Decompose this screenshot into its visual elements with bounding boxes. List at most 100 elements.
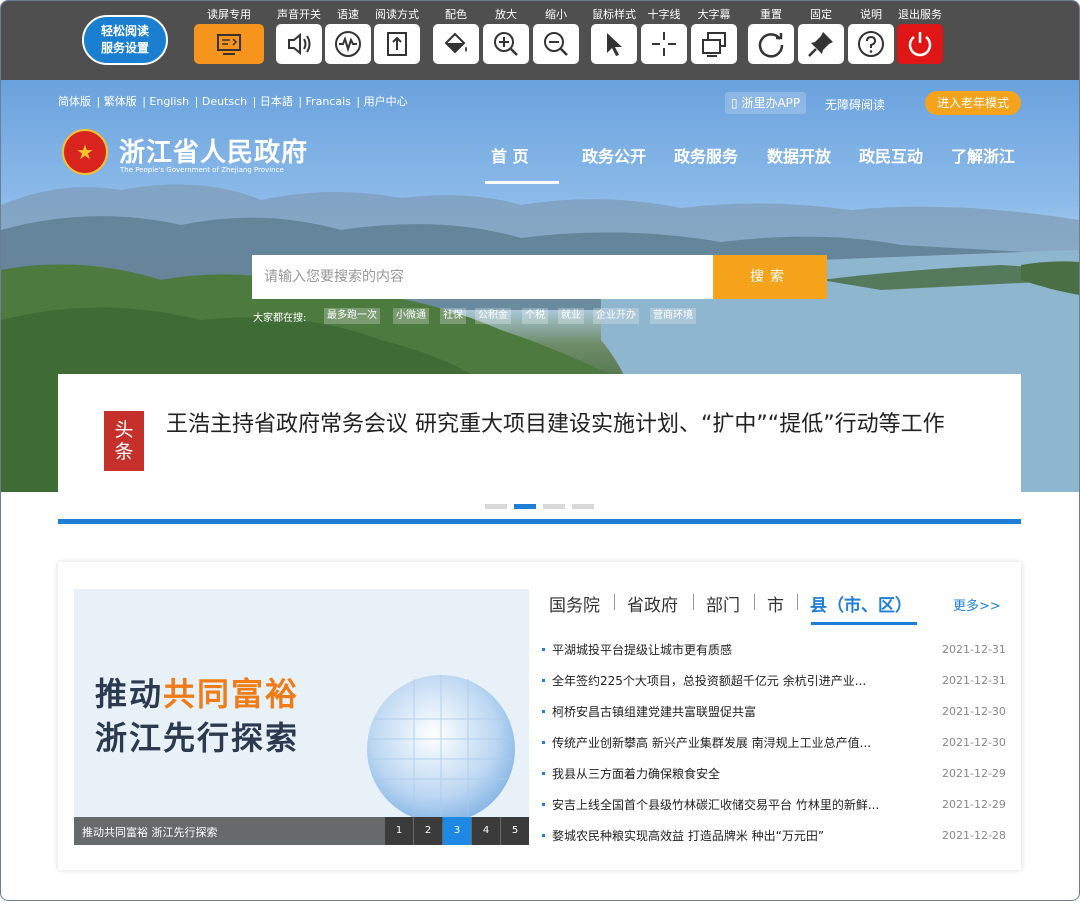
carousel-dot[interactable] (485, 504, 507, 509)
tool-zoom-out[interactable]: 缩小 (533, 6, 579, 64)
elder-mode-button[interactable]: 进入老年模式 (925, 91, 1021, 115)
easy-read-settings-button[interactable]: 轻松阅读 服务设置 (82, 15, 168, 65)
help-button[interactable] (848, 24, 894, 64)
tab-county[interactable]: 县（市、区） (810, 591, 912, 616)
reset-button[interactable] (748, 24, 794, 64)
site-title[interactable]: 浙江省人民政府 (119, 132, 308, 169)
tool-sound[interactable]: 声音开关 (276, 6, 322, 64)
hot-tag[interactable]: 公积金 (475, 308, 511, 324)
hot-tag[interactable]: 营商环境 (650, 308, 696, 324)
hot-tag[interactable]: 社保 (440, 308, 466, 324)
slide-page-button[interactable]: 2 (414, 817, 442, 845)
lang-french[interactable]: Francais (306, 95, 351, 108)
lang-german[interactable]: Deutsch (202, 95, 247, 108)
lang-traditional[interactable]: 繁体版 (104, 95, 137, 108)
nav-gov-services[interactable]: 政务服务 (674, 143, 738, 167)
zheliban-app-link[interactable]: ▯ 浙里办APP (725, 92, 807, 114)
tool-screen-reader[interactable]: 读屏专用 (194, 6, 264, 64)
promo-caption[interactable]: 推动共同富裕 浙江先行探索 (82, 824, 218, 840)
cursor-style-button[interactable] (591, 24, 637, 64)
tool-help[interactable]: 说明 (848, 6, 894, 64)
news-list-item[interactable]: 安吉上线全国首个县级竹林碳汇收储交易平台 竹林里的新鲜... 2021-12-2… (542, 795, 1007, 815)
carousel-dot-active[interactable] (514, 504, 536, 509)
nav-gov-affairs-open[interactable]: 政务公开 (582, 143, 646, 167)
slide-page-button[interactable]: 5 (501, 817, 529, 845)
cursor-icon (607, 33, 622, 56)
tab-departments[interactable]: 部门 (706, 591, 740, 616)
slide-page-button[interactable]: 1 (385, 817, 413, 845)
news-date: 2021-12-28 (942, 829, 1006, 842)
more-link[interactable]: 更多>> (953, 595, 1001, 614)
crosshair-button[interactable] (641, 24, 687, 64)
exit-service-button[interactable] (897, 24, 943, 64)
tool-speech-rate[interactable]: 语速 (325, 6, 371, 64)
app-link-label: 浙里办APP (741, 96, 801, 110)
bullet-icon (542, 710, 545, 713)
hot-tag[interactable]: 个税 (522, 308, 548, 324)
hot-tag[interactable]: 小微通 (393, 308, 429, 324)
phone-icon: ▯ (731, 96, 738, 110)
lang-english[interactable]: English (149, 95, 189, 108)
news-title[interactable]: 我县从三方面着力确保粮食安全 (552, 764, 902, 784)
tool-crosshair[interactable]: 十字线 (641, 6, 687, 64)
tool-label: 语速 (337, 8, 359, 21)
news-list-item[interactable]: 柯桥安昌古镇组建党建共富联盟促共富 2021-12-30 (542, 702, 1007, 722)
tool-label: 声音开关 (277, 8, 321, 21)
news-title[interactable]: 婺城农民种粮实现高效益 打造品牌米 种出“万元田” (552, 826, 902, 846)
color-scheme-button[interactable] (433, 24, 479, 64)
tab-provincial-gov[interactable]: 省政府 (627, 591, 678, 616)
tab-state-council[interactable]: 国务院 (549, 591, 600, 616)
news-list-item[interactable]: 传统产业创新攀高 新兴产业集群发展 南浔规上工业总产值... 2021-12-3… (542, 733, 1007, 753)
nav-interaction[interactable]: 政民互动 (859, 143, 923, 167)
carousel-dot[interactable] (572, 504, 594, 509)
nav-open-data[interactable]: 数据开放 (767, 143, 831, 167)
pin-button[interactable] (798, 24, 844, 64)
screen-reader-button[interactable] (194, 24, 264, 64)
barrier-free-link[interactable]: 无障碍阅读 (825, 96, 885, 113)
nav-home[interactable]: 首 页 (491, 143, 529, 167)
tool-cursor[interactable]: 鼠标样式 (591, 6, 637, 64)
lang-simplified[interactable]: 简体版 (58, 95, 91, 108)
help-icon (858, 31, 884, 57)
tool-exit[interactable]: 退出服务 (897, 6, 943, 64)
tool-zoom-in[interactable]: 放大 (483, 6, 529, 64)
user-center-link[interactable]: 用户中心 (364, 95, 408, 108)
news-title[interactable]: 平湖城投平台提级让城市更有质感 (552, 640, 902, 660)
page-frame: 轻松阅读 服务设置 读屏专用 声音开关 语速 阅读方式 配色 放大 缩小 鼠标样… (0, 0, 1080, 901)
sound-toggle-button[interactable] (276, 24, 322, 64)
zoom-out-button[interactable] (533, 24, 579, 64)
tool-pin[interactable]: 固定 (798, 6, 844, 64)
hot-tag[interactable]: 最多跑一次 (324, 308, 380, 324)
tool-color[interactable]: 配色 (433, 6, 479, 64)
tool-reset[interactable]: 重置 (748, 6, 794, 64)
news-title[interactable]: 安吉上线全国首个县级竹林碳汇收储交易平台 竹林里的新鲜... (552, 795, 902, 815)
hot-tag[interactable]: 企业开办 (593, 308, 639, 324)
search-button[interactable]: 搜索 (713, 255, 827, 299)
news-list-item[interactable]: 全年签约225个大项目，总投资额超千亿元 余杭引进产业... 2021-12-3… (542, 671, 1007, 691)
tool-reading-mode[interactable]: 阅读方式 (374, 6, 420, 64)
tool-caption[interactable]: 大字幕 (691, 6, 737, 64)
news-date: 2021-12-30 (942, 736, 1006, 749)
news-list-item[interactable]: 平湖城投平台提级让城市更有质感 2021-12-31 (542, 640, 1007, 660)
tool-label: 缩小 (545, 8, 567, 21)
tool-label: 重置 (760, 8, 782, 21)
carousel-dot[interactable] (543, 504, 565, 509)
news-list-item[interactable]: 婺城农民种粮实现高效益 打造品牌米 种出“万元田” 2021-12-28 (542, 826, 1007, 846)
tab-city[interactable]: 市 (767, 591, 784, 616)
news-list-item[interactable]: 我县从三方面着力确保粮食安全 2021-12-29 (542, 764, 1007, 784)
slide-page-button[interactable]: 4 (472, 817, 500, 845)
news-title[interactable]: 全年签约225个大项目，总投资额超千亿元 余杭引进产业... (552, 671, 902, 691)
news-title[interactable]: 传统产业创新攀高 新兴产业集群发展 南浔规上工业总产值... (552, 733, 902, 753)
headline-link[interactable]: 王浩主持省政府常务会议 研究重大项目建设实施计划、“扩中”“提低”行动等工作 (166, 409, 986, 441)
search-input[interactable] (252, 255, 713, 299)
caption-button[interactable] (691, 24, 737, 64)
speech-rate-button[interactable] (325, 24, 371, 64)
slide-page-button-active[interactable]: 3 (443, 817, 471, 845)
zoom-in-button[interactable] (483, 24, 529, 64)
bullet-icon (542, 679, 545, 682)
lang-japanese[interactable]: 日本語 (260, 95, 293, 108)
hot-tag[interactable]: 就业 (558, 308, 584, 324)
news-title[interactable]: 柯桥安昌古镇组建党建共富联盟促共富 (552, 702, 902, 722)
reading-mode-button[interactable] (374, 24, 420, 64)
nav-about-zhejiang[interactable]: 了解浙江 (951, 143, 1015, 167)
